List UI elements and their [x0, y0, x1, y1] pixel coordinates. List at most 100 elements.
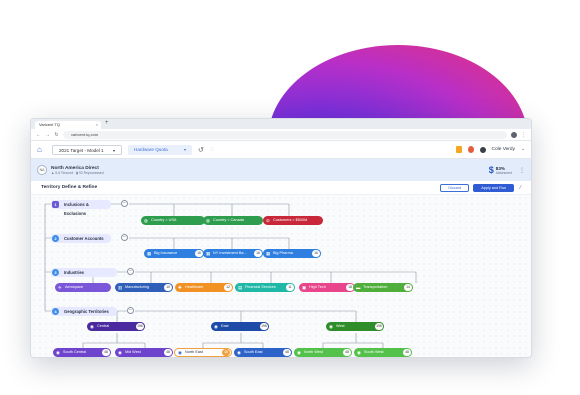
more-icon[interactable]: ⋮ [521, 132, 526, 138]
account-node[interactable]: ▦ Big Pharma 16 [263, 249, 321, 258]
plan-select[interactable]: 2021 Target - Model 1 ▾ [52, 144, 122, 155]
chevron-down-icon: ▾ [183, 146, 186, 152]
map-pin-icon: ◉ [214, 324, 218, 329]
user-name[interactable]: Cole Verdy [492, 147, 515, 152]
node-label: Big Insurance [154, 251, 178, 255]
node-count: 14 [404, 284, 412, 291]
subregion-node[interactable]: ◉ South East 48 [234, 348, 292, 357]
group-header-inclusions[interactable]: 1 Inclusions & Exclusions [51, 200, 111, 216]
home-icon[interactable]: ⌂ [37, 145, 46, 154]
profile-icon[interactable] [511, 131, 517, 138]
node-label: North West [304, 350, 323, 354]
subregion-node-selected[interactable]: ◉ North East 48 [174, 348, 232, 357]
forward-icon[interactable]: → [45, 132, 50, 138]
group-number: 3 [52, 269, 59, 276]
territory-sub: ▲ 5.6 Tenured · ▮ 92 Reprocessed [51, 170, 104, 175]
expand-plus-icon[interactable]: − [127, 307, 134, 314]
undo-icon[interactable]: ↺ [198, 146, 204, 154]
industry-node[interactable]: ✈ Aerospace [55, 283, 111, 292]
node-label: Country = USA [151, 218, 177, 222]
address-bar-row: ← → ↻ varicent.tq.com ⋮ [31, 129, 531, 141]
quota-percent-label: Attainment [495, 170, 512, 175]
node-count: 48 [283, 349, 291, 356]
group-header-industries[interactable]: 3 Industries [51, 268, 117, 277]
chevron-down-icon[interactable]: ⌄ [521, 147, 525, 152]
back-icon[interactable]: ← [36, 132, 41, 138]
browser-tabbar: Varicent TQ × + [31, 119, 531, 129]
notebook-icon[interactable] [455, 146, 462, 153]
section-bar: Territory Define & Refine Discard Apply … [31, 181, 531, 195]
node-label: South East [244, 350, 263, 354]
map-pin-icon: ◉ [237, 350, 241, 355]
industry-node[interactable]: ▤ Financial Services 11 [235, 283, 295, 292]
discard-button[interactable]: Discard [440, 183, 470, 192]
expand-plus-icon[interactable]: − [127, 268, 134, 275]
node-label: NY Investment Ba... [213, 251, 247, 255]
expand-plus-icon[interactable]: − [121, 200, 128, 207]
building-icon: ▦ [147, 251, 152, 256]
url-input[interactable]: varicent.tq.com [63, 130, 507, 139]
node-count: 12 [224, 284, 232, 291]
dollar-icon: $ [488, 165, 494, 175]
industry-node[interactable]: ▥ Manufacturing 10 [115, 283, 173, 292]
avatar[interactable] [479, 146, 486, 153]
industry-node[interactable]: ▣ High Tech 18 [299, 283, 355, 292]
group-header-accounts[interactable]: 2 Customer Accounts [51, 234, 111, 243]
account-node[interactable]: ▦ NY Investment Ba... 16 [203, 249, 263, 258]
territory-name: North America Direct [51, 165, 99, 171]
loading-icon: ◌ [209, 146, 215, 153]
region-node[interactable]: ◉ East 196 [211, 322, 269, 331]
subregion-node[interactable]: ◉ South Central 48 [53, 348, 111, 357]
inclusion-node[interactable]: ◍ Country = USA [141, 216, 205, 225]
node-count: 196 [260, 323, 268, 330]
apply-and-run-button[interactable]: Apply and Run [473, 183, 515, 192]
node-count: 16 [254, 250, 262, 257]
notification-icon[interactable] [467, 146, 474, 153]
node-label: Transportation [363, 285, 388, 289]
industry-node[interactable]: ▬ Transportation 14 [353, 283, 413, 292]
app-header: ⌂ 2021 Target - Model 1 ▾ Hardware Quota… [31, 141, 531, 159]
exclusion-node[interactable]: ⊘ Customers > $500M [263, 216, 323, 225]
map-pin-icon: ◉ [90, 324, 94, 329]
node-label: Aerospace [65, 285, 84, 289]
group-number: 2 [52, 235, 59, 242]
node-count: 196 [375, 323, 383, 330]
subregion-node[interactable]: ◉ North West 48 [294, 348, 352, 357]
subregion-node[interactable]: ◉ South West 48 [354, 348, 412, 357]
region-node[interactable]: ◉ Central 196 [87, 322, 145, 331]
industry-node[interactable]: ✚ Healthcare 12 [175, 283, 233, 292]
factory-icon: ▥ [118, 285, 123, 290]
node-label: Healthcare [185, 285, 204, 289]
plan-select-value: 2021 Target - Model 1 [59, 147, 104, 153]
node-count: 10 [164, 284, 172, 291]
node-label: Customers > $500M [273, 218, 308, 222]
node-count: 16 [312, 250, 320, 257]
expand-plus-icon[interactable]: − [121, 234, 128, 241]
node-count: 48 [164, 349, 172, 356]
territory-band: NA North America Direct ▲ 5.6 Tenured · … [31, 159, 531, 181]
new-tab-button[interactable]: + [105, 120, 109, 126]
account-node[interactable]: ▦ Big Insurance 16 [144, 249, 204, 258]
group-number: 1 [52, 201, 59, 208]
quota-select[interactable]: Hardware Quota ▾ [128, 144, 192, 155]
finance-icon: ▤ [238, 285, 243, 290]
more-icon[interactable]: ⋮ [519, 167, 525, 174]
map-pin-icon: ◉ [357, 350, 361, 355]
browser-tab[interactable]: Varicent TQ × [35, 121, 101, 129]
truck-icon: ▬ [356, 285, 361, 290]
node-count: 48 [222, 349, 230, 356]
block-icon: ⊘ [266, 218, 270, 223]
subregion-node[interactable]: ◉ Mid West 48 [115, 348, 173, 357]
node-label: Mid West [125, 350, 141, 354]
plane-icon: ✈ [58, 285, 62, 290]
region-node[interactable]: ◉ West 196 [326, 322, 384, 331]
magic-wand-icon[interactable]: ⁄ [520, 185, 521, 191]
reload-icon[interactable]: ↻ [54, 132, 59, 138]
group-header-geographic[interactable]: 4 Geographic Territories [51, 307, 117, 316]
inclusion-node[interactable]: ◍ Country = Canada [203, 216, 263, 225]
node-label: Manufacturing [125, 285, 150, 289]
quota-attainment: $ 83% Attainment ⋮ [489, 165, 525, 175]
close-icon[interactable]: × [96, 121, 98, 129]
map-pin-icon: ◉ [178, 350, 182, 355]
check-circle-icon: ◍ [144, 218, 148, 223]
